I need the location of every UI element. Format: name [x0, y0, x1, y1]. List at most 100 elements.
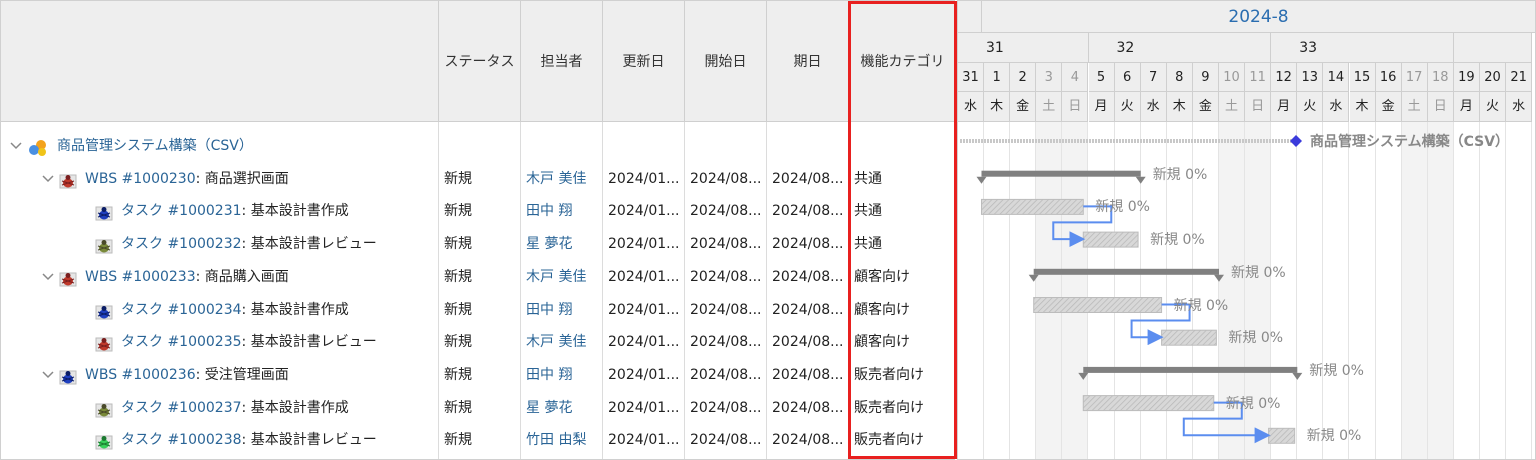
- project-milestone-diamond: [1290, 135, 1302, 147]
- start-cell: 2024/08...: [690, 399, 762, 416]
- subject-cell: タスク #1000235: 基本設計書レビュー: [95, 326, 437, 358]
- category-cell: 共通: [854, 203, 882, 220]
- chevron-down-icon[interactable]: [41, 270, 55, 284]
- gantt-bars: [960, 135, 1303, 444]
- status-cell: [444, 130, 520, 162]
- assignee-link[interactable]: 田中 翔: [526, 294, 602, 326]
- updated-cell: 2024/01...: [608, 399, 680, 416]
- table-row[interactable]: タスク #1000238: 基本設計書レビュー 新規 竹田 由梨 2024/01...…: [1, 424, 955, 456]
- status-cell: 新規: [444, 432, 472, 449]
- parent-bar-start-marker: [1028, 274, 1039, 282]
- issue-table: ステータス 担当者 更新日 開始日 期日 機能カテゴリ 商品管理システム構築（C…: [0, 0, 955, 460]
- task-bar-label: 新規 0%: [1228, 330, 1284, 347]
- issue-link[interactable]: タスク #1000237: [121, 392, 242, 424]
- category-cell: 販売者向け: [854, 432, 924, 449]
- issue-link[interactable]: タスク #1000238: [121, 424, 242, 456]
- assignee-link[interactable]: 田中 翔: [526, 195, 602, 227]
- issue-title: : 受注管理画面: [195, 366, 289, 383]
- table-row[interactable]: 商品管理システム構築（CSV）: [1, 130, 955, 162]
- category-cell: 顧客向け: [854, 334, 910, 351]
- assignee-link[interactable]: 木戸 美佳: [526, 261, 602, 293]
- status-cell: 新規: [444, 301, 472, 318]
- task-bar[interactable]: [1082, 395, 1215, 412]
- chevron-down-icon[interactable]: [41, 172, 55, 186]
- table-row[interactable]: タスク #1000234: 基本設計書作成 新規 田中 翔 2024/01... 202…: [1, 294, 955, 326]
- due-cell: 2024/08...: [772, 170, 844, 187]
- start-cell: 2024/08...: [690, 301, 762, 318]
- due-cell: [772, 130, 848, 162]
- project-bar-label: 商品管理システム構築（CSV）: [1310, 134, 1510, 150]
- wbs-icon: [59, 268, 77, 287]
- assignee-link[interactable]: 星 夢花: [526, 392, 602, 424]
- table-row[interactable]: WBS #1000230: 商品選択画面 新規 木戸 美佳 2024/01... 202…: [1, 163, 955, 195]
- issue-title: : 商品購入画面: [195, 268, 289, 285]
- task-icon: [95, 202, 113, 221]
- review-icon: [95, 235, 113, 254]
- start-header[interactable]: 開始日: [685, 1, 767, 122]
- chevron-down-icon[interactable]: [9, 139, 23, 153]
- review-icon: [95, 399, 113, 418]
- task-bar-label: 新規 0%: [1150, 232, 1205, 249]
- start-cell: 2024/08...: [690, 236, 762, 253]
- chevron-down-icon[interactable]: [41, 368, 55, 382]
- status-cell: 新規: [444, 366, 472, 383]
- due-cell: 2024/08...: [772, 399, 844, 416]
- issue-title: : 基本設計書レビュー: [241, 236, 377, 253]
- updated-cell: 2024/01...: [608, 366, 680, 383]
- table-row[interactable]: WBS #1000236: 受注管理画面 新規 田中 翔 2024/01... 2024…: [1, 359, 955, 391]
- subject-cell: WBS #1000230: 商品選択画面: [41, 163, 437, 195]
- category-header[interactable]: 機能カテゴリ: [849, 1, 955, 122]
- issue-link[interactable]: タスク #1000234: [121, 294, 242, 326]
- updated-cell: 2024/01...: [608, 268, 680, 285]
- parent-task-bar[interactable]: [1033, 268, 1219, 275]
- task-bar[interactable]: [1033, 297, 1163, 313]
- due-cell: 2024/08...: [772, 366, 844, 383]
- category-cell: 共通: [854, 170, 882, 187]
- task-icon: [59, 366, 77, 385]
- assignee-link[interactable]: 星 夢花: [526, 228, 602, 260]
- assignee-link[interactable]: 木戸 美佳: [526, 163, 602, 195]
- category-cell: 共通: [854, 236, 882, 253]
- table-row[interactable]: タスク #1000232: 基本設計書レビュー 新規星 夢花 2024/01... 2…: [1, 228, 955, 260]
- issue-link[interactable]: タスク #1000232: [121, 228, 242, 260]
- task-bar[interactable]: [980, 198, 1084, 215]
- project-link[interactable]: 商品管理システム構築（CSV）: [57, 130, 253, 162]
- task-bar-label: 新規 0%: [1306, 428, 1362, 445]
- parent-task-bar[interactable]: [981, 170, 1141, 177]
- task-bar[interactable]: [1268, 427, 1296, 444]
- issue-title: : 基本設計書作成: [241, 301, 349, 318]
- issue-link[interactable]: タスク #1000235: [121, 326, 242, 358]
- table-row[interactable]: タスク #1000237: 基本設計書作成 新規星 夢花 2024/01... 202…: [1, 392, 955, 424]
- wbs-icon: [95, 333, 113, 352]
- status-cell: 新規: [444, 268, 472, 285]
- table-row[interactable]: タスク #1000235: 基本設計書レビュー 新規 木戸 美佳 2024/01...…: [1, 326, 955, 358]
- table-row[interactable]: WBS #1000233: 商品購入画面 新規 木戸 美佳 2024/01... 202…: [1, 261, 955, 293]
- issue-link[interactable]: WBS #1000233: [85, 261, 196, 293]
- category-cell: 販売者向け: [854, 399, 924, 416]
- assignee-link[interactable]: 竹田 由梨: [526, 424, 602, 456]
- green-icon: [95, 431, 113, 450]
- assignee-link[interactable]: 木戸 美佳: [526, 326, 602, 358]
- due-cell: 2024/08...: [772, 432, 844, 449]
- task-bar-label: 新規 0%: [1095, 199, 1150, 216]
- assignee-header[interactable]: 担当者: [521, 1, 603, 122]
- task-bar[interactable]: [1082, 231, 1139, 248]
- parent-task-bar[interactable]: [1083, 366, 1298, 373]
- assignee-link[interactable]: [526, 130, 602, 162]
- due-cell: 2024/08...: [772, 334, 844, 351]
- status-cell: 新規: [444, 236, 472, 253]
- category-cell: [854, 130, 949, 162]
- subject-header[interactable]: [1, 1, 439, 122]
- issue-link[interactable]: WBS #1000236: [85, 359, 196, 391]
- issue-link[interactable]: WBS #1000230: [85, 163, 196, 195]
- status-cell: 新規: [444, 334, 472, 351]
- updated-header[interactable]: 更新日: [603, 1, 685, 122]
- issue-title: : 基本設計書レビュー: [241, 334, 377, 351]
- task-bar[interactable]: [1161, 329, 1217, 346]
- assignee-link[interactable]: 田中 翔: [526, 359, 602, 391]
- status-header[interactable]: ステータス: [439, 1, 521, 122]
- issue-link[interactable]: タスク #1000231: [121, 195, 242, 227]
- due-header[interactable]: 期日: [767, 1, 849, 122]
- subject-cell: タスク #1000232: 基本設計書レビュー: [95, 228, 437, 260]
- table-row[interactable]: タスク #1000231: 基本設計書作成 新規 田中 翔 2024/01... 202…: [1, 195, 955, 227]
